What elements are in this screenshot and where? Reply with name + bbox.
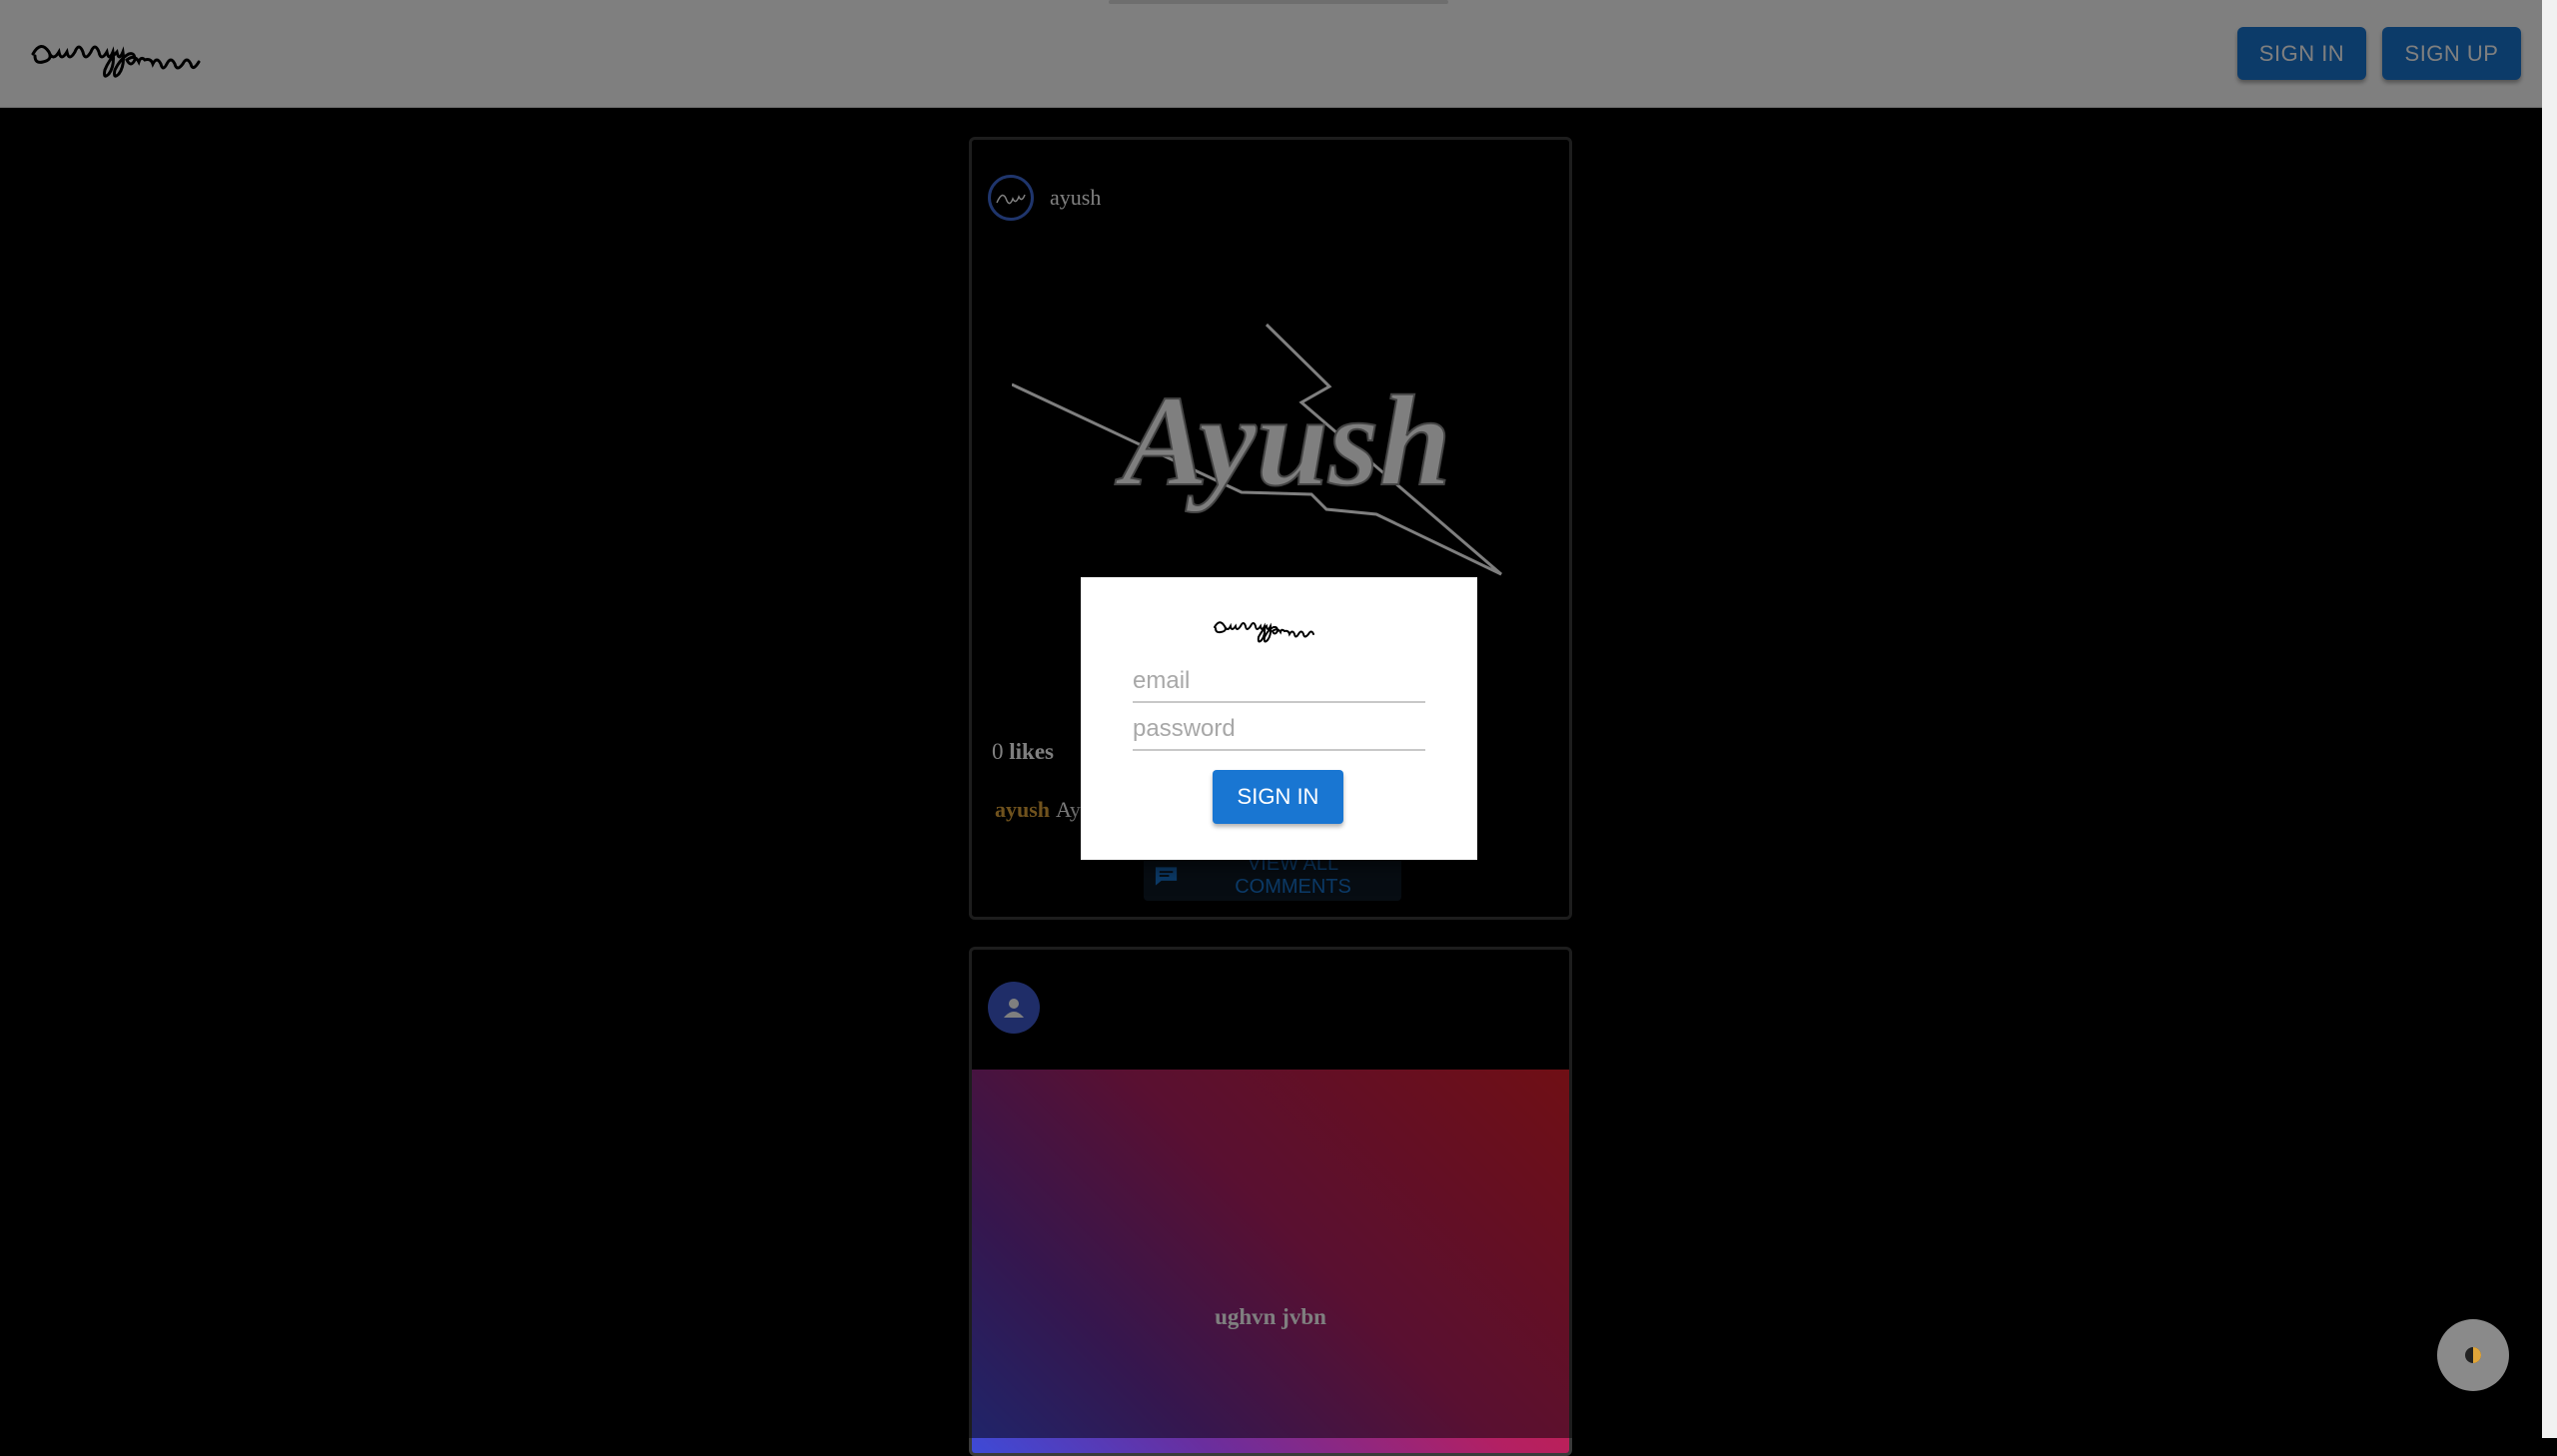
theme-toggle-button[interactable] [2437,1319,2509,1391]
dummygram-logo-icon [1214,621,1314,643]
scrollbar[interactable] [2542,0,2557,1438]
theme-toggle-icon [2465,1347,2481,1363]
password-input[interactable] [1133,715,1425,751]
modal-signin-button[interactable]: SIGN IN [1213,770,1343,824]
email-input[interactable] [1133,667,1425,703]
signin-modal: SIGN IN [1081,577,1477,860]
